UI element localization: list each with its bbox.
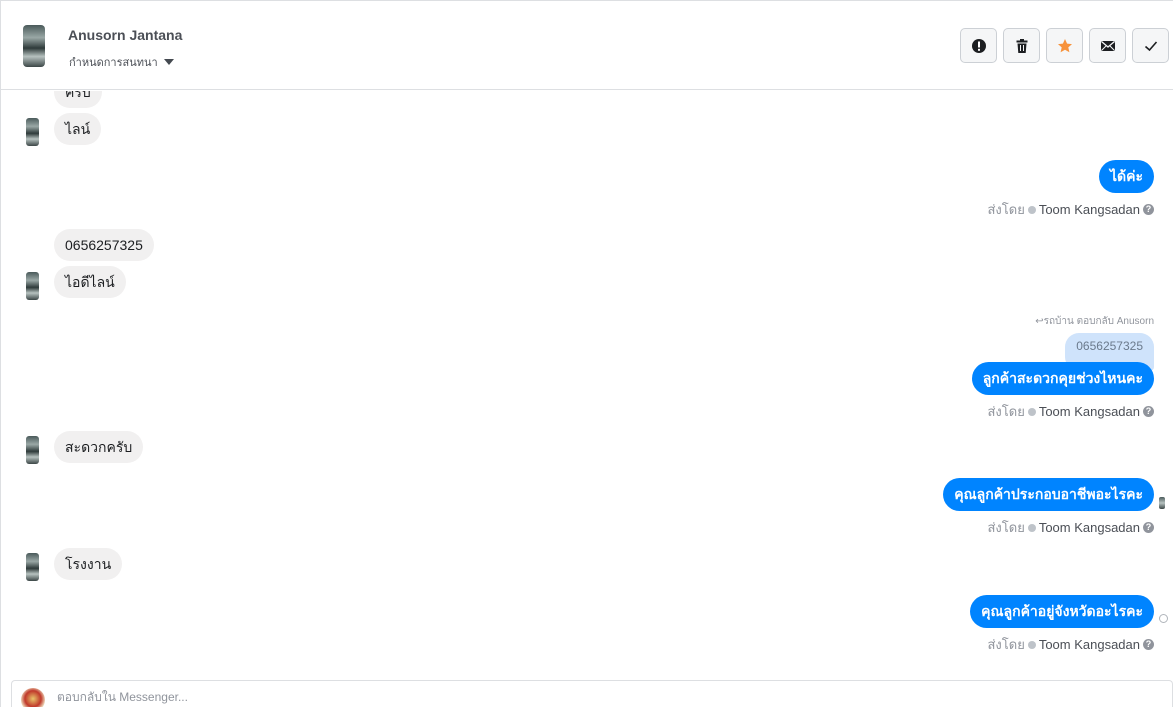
contact-avatar-small: [26, 118, 39, 146]
reply-arrow-icon: ↩: [1035, 316, 1044, 327]
sent-by-label: ส่งโดย Toom Kangsadan ?: [987, 401, 1154, 422]
reply-note: ↩รถบ้าน ตอบกลับ Anusorn: [1035, 314, 1154, 329]
incoming-message[interactable]: ครับ: [54, 91, 102, 108]
mark-spam-button[interactable]: [960, 28, 997, 63]
reply-composer: [11, 680, 1173, 707]
sent-by-agent[interactable]: Toom Kangsadan: [1039, 404, 1140, 419]
sent-status-icon: [1159, 614, 1168, 623]
trash-icon: [1016, 38, 1027, 53]
sent-by-label: ส่งโดย Toom Kangsadan ?: [987, 199, 1154, 220]
conversation-panel: Anusorn Jantana กำหนดการสนทนา ครับ ไลน์ …: [0, 0, 1173, 707]
incoming-message[interactable]: ไอดีไลน์: [54, 266, 126, 298]
envelope-icon: [1100, 40, 1115, 51]
agent-avatar-icon: [1027, 640, 1036, 649]
delete-button[interactable]: [1003, 28, 1040, 63]
sent-by-prefix: ส่งโดย: [987, 202, 1025, 217]
contact-name[interactable]: Anusorn Jantana: [68, 27, 182, 43]
incoming-message[interactable]: 0656257325: [54, 229, 154, 261]
sent-by-label: ส่งโดย Toom Kangsadan ?: [987, 634, 1154, 655]
conversation-header: Anusorn Jantana กำหนดการสนทนา: [1, 1, 1173, 90]
sent-by-prefix: ส่งโดย: [987, 637, 1025, 652]
star-icon: [1057, 38, 1072, 52]
seen-avatar-icon: [1159, 497, 1165, 509]
mark-unread-button[interactable]: [1089, 28, 1126, 63]
caret-down-icon: [163, 59, 174, 65]
reply-note-text: รถบ้าน ตอบกลับ Anusorn: [1043, 316, 1154, 327]
sent-by-agent[interactable]: Toom Kangsadan: [1039, 637, 1140, 652]
agent-avatar-icon: [1027, 407, 1036, 416]
checkmark-icon: [1144, 40, 1157, 51]
sent-by-label: ส่งโดย Toom Kangsadan ?: [987, 517, 1154, 538]
page-avatar: [21, 688, 45, 707]
conversation-assign-label: กำหนดการสนทนา: [69, 57, 158, 69]
outgoing-message[interactable]: คุณลูกค้าประกอบอาชีพอะไรคะ: [943, 478, 1154, 511]
help-icon[interactable]: ?: [1143, 406, 1154, 417]
agent-avatar-icon: [1027, 523, 1036, 532]
incoming-message[interactable]: สะดวกครับ: [54, 431, 144, 463]
mark-done-button[interactable]: [1132, 28, 1169, 63]
contact-avatar-small: [26, 436, 39, 464]
message-thread[interactable]: ครับ ไลน์ ได้ค่ะ ส่งโดย Toom Kangsadan ?…: [1, 91, 1173, 679]
help-icon[interactable]: ?: [1143, 639, 1154, 650]
outgoing-message[interactable]: ได้ค่ะ: [1098, 160, 1154, 193]
sent-by-agent[interactable]: Toom Kangsadan: [1039, 520, 1140, 535]
conversation-assign-dropdown[interactable]: กำหนดการสนทนา: [69, 53, 174, 71]
agent-avatar-icon: [1027, 205, 1036, 214]
star-button[interactable]: [1046, 28, 1083, 63]
exclamation-icon: [971, 38, 986, 53]
help-icon[interactable]: ?: [1143, 204, 1154, 215]
incoming-message[interactable]: โรงงาน: [54, 548, 123, 580]
reply-input[interactable]: [57, 690, 657, 704]
contact-avatar-small: [26, 553, 39, 581]
sent-by-agent[interactable]: Toom Kangsadan: [1039, 202, 1140, 217]
header-actions: [960, 28, 1169, 63]
incoming-message[interactable]: ไลน์: [54, 113, 102, 145]
help-icon[interactable]: ?: [1143, 522, 1154, 533]
contact-avatar-small: [26, 272, 39, 300]
sent-by-prefix: ส่งโดย: [987, 520, 1025, 535]
sent-by-prefix: ส่งโดย: [987, 404, 1025, 419]
outgoing-message[interactable]: ลูกค้าสะดวกคุยช่วงไหนคะ: [971, 362, 1154, 395]
outgoing-message[interactable]: คุณลูกค้าอยู่จังหวัดอะไรคะ: [970, 595, 1154, 628]
contact-avatar[interactable]: [23, 25, 45, 67]
